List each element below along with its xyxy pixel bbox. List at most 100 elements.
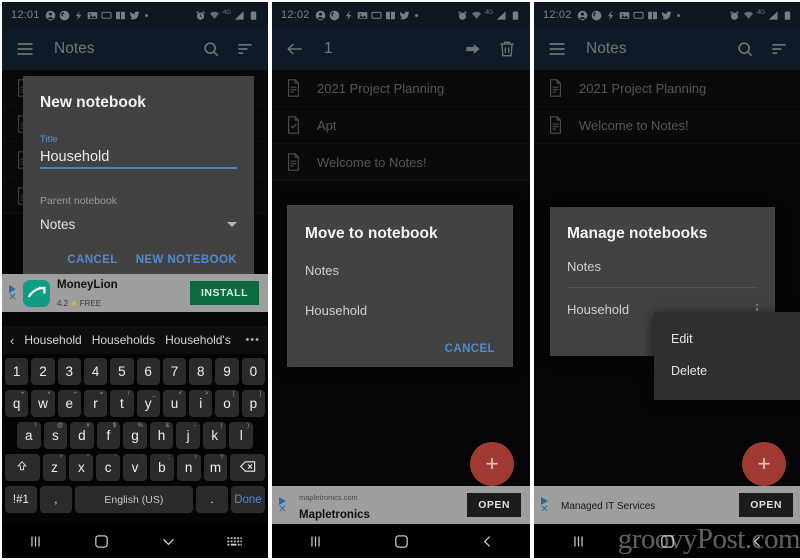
key-s[interactable]: @ s	[43, 422, 68, 449]
notebook-option-notes[interactable]: Notes	[305, 263, 495, 278]
key-o[interactable]: [o	[215, 390, 239, 417]
key-label: 2	[39, 364, 47, 379]
recents-icon[interactable]	[570, 533, 587, 550]
note-title: Welcome to Notes!	[317, 154, 427, 170]
install-button[interactable]: INSTALL	[189, 281, 259, 305]
list-item[interactable]: Welcome to Notes!	[534, 107, 800, 144]
period-key[interactable]: .	[196, 486, 228, 513]
back-chevron-icon[interactable]	[479, 533, 496, 550]
signal-icon	[496, 10, 507, 21]
key-t[interactable]: / t	[110, 390, 134, 417]
search-icon[interactable]	[735, 39, 755, 59]
ad-banner-3[interactable]: ✕ Managed IT Services OPEN	[534, 486, 800, 524]
key-3[interactable]: 3	[57, 358, 81, 385]
close-icon[interactable]: ✕	[540, 504, 548, 514]
key-8[interactable]: 8	[189, 358, 213, 385]
key-v[interactable]: :v	[123, 454, 147, 481]
symbols-key[interactable]: !#1	[5, 486, 37, 513]
hamburger-icon[interactable]	[15, 39, 35, 59]
key-6[interactable]: 6	[136, 358, 160, 385]
back-chevron-icon[interactable]: ‹	[10, 333, 14, 348]
add-note-fab[interactable]: +	[470, 442, 514, 486]
suggestion-2[interactable]: Households	[92, 333, 155, 347]
key-7[interactable]: 7	[162, 358, 187, 385]
comma-key[interactable]: ,	[39, 486, 72, 513]
space-key[interactable]: English (US)	[74, 486, 194, 513]
home-icon[interactable]	[659, 533, 676, 550]
key-n[interactable]: ! n	[176, 454, 201, 481]
key-j[interactable]: -j	[176, 422, 200, 449]
menu-item-edit[interactable]: Edit	[654, 323, 800, 355]
sort-icon[interactable]	[235, 39, 255, 59]
notebook-option-household[interactable]: Household	[305, 303, 495, 318]
list-item[interactable]: 2021 Project Planning	[272, 70, 530, 107]
key-4[interactable]: 4	[83, 358, 108, 385]
open-button[interactable]: OPEN	[739, 493, 793, 517]
key-l[interactable]: ) l	[229, 422, 254, 449]
key-0[interactable]: 0	[241, 358, 265, 385]
ad-banner-1[interactable]: ✕ MoneyLion 4.2 ★ FREE INSTALL	[2, 274, 268, 312]
search-icon[interactable]	[201, 39, 221, 59]
cancel-button[interactable]: CANCEL	[67, 254, 117, 266]
open-button[interactable]: OPEN	[467, 493, 521, 517]
suggestion-1[interactable]: Household	[24, 333, 81, 347]
cancel-button[interactable]: CANCEL	[445, 343, 495, 355]
ad-app-name: MoneyLion	[57, 278, 118, 291]
key-r[interactable]: = r	[83, 390, 108, 417]
close-icon[interactable]: ✕	[278, 504, 286, 514]
shift-icon	[14, 460, 30, 476]
status-time: 12:02	[543, 9, 572, 21]
list-item[interactable]: 2021 Project Planning	[534, 70, 800, 107]
key-u[interactable]: < u	[162, 390, 187, 417]
key-m[interactable]: ? m	[203, 454, 228, 481]
key-y[interactable]: _ y	[136, 390, 160, 417]
key-z[interactable]: * z	[42, 454, 67, 481]
more-suggestions-icon[interactable]: •••	[245, 334, 260, 346]
key-b[interactable]: ; b	[149, 454, 174, 481]
key-e[interactable]: ÷ e	[57, 390, 81, 417]
close-icon[interactable]: ✕	[8, 292, 16, 302]
home-icon[interactable]	[393, 533, 410, 550]
key-i[interactable]: > i	[189, 390, 213, 417]
chevron-down-icon[interactable]	[160, 533, 177, 550]
sort-icon[interactable]	[769, 39, 789, 59]
done-key[interactable]: Done	[230, 486, 266, 513]
back-arrow-icon[interactable]	[285, 39, 305, 59]
key-d[interactable]: # d	[70, 422, 94, 449]
shift-key[interactable]	[4, 454, 40, 481]
key-h[interactable]: & h	[149, 422, 174, 449]
hamburger-icon[interactable]	[547, 39, 567, 59]
list-item-selected[interactable]: Apt	[272, 107, 530, 144]
notebook-row-notes[interactable]: Notes	[567, 259, 758, 288]
trash-icon[interactable]	[497, 39, 517, 59]
keyboard-icon[interactable]	[226, 533, 243, 550]
recents-icon[interactable]	[307, 533, 324, 550]
key-p[interactable]: ] p	[241, 390, 265, 417]
key-2[interactable]: 2	[31, 358, 55, 385]
key-a[interactable]: ! a	[16, 422, 41, 449]
key-5[interactable]: 5	[110, 358, 134, 385]
title-input[interactable]: Household	[40, 149, 237, 169]
key-k[interactable]: (k	[202, 422, 227, 449]
account-icon	[315, 10, 326, 21]
key-c[interactable]: ' c	[96, 454, 121, 481]
key-w[interactable]: × w	[31, 390, 55, 417]
key-1[interactable]: 1	[5, 358, 29, 385]
new-notebook-button[interactable]: NEW NOTEBOOK	[136, 254, 237, 266]
key-9[interactable]: 9	[215, 358, 239, 385]
key-f[interactable]: $ f	[96, 422, 121, 449]
suggestion-3[interactable]: Household's	[165, 333, 231, 347]
backspace-key[interactable]	[230, 454, 266, 481]
key-q[interactable]: + q	[5, 390, 29, 417]
list-item[interactable]: Welcome to Notes!	[272, 144, 530, 181]
back-chevron-icon[interactable]	[749, 533, 766, 550]
key-g[interactable]: % g	[123, 422, 147, 449]
recents-icon[interactable]	[27, 533, 44, 550]
parent-notebook-select[interactable]: Notes	[40, 217, 237, 232]
ad-banner-2[interactable]: ✕ mapletronics.com Mapletronics OPEN	[272, 486, 530, 524]
move-arrow-icon[interactable]	[463, 39, 483, 59]
add-note-fab[interactable]: +	[742, 442, 786, 486]
key-x[interactable]: " x	[69, 454, 94, 481]
home-icon[interactable]	[93, 533, 110, 550]
menu-item-delete[interactable]: Delete	[654, 355, 800, 387]
